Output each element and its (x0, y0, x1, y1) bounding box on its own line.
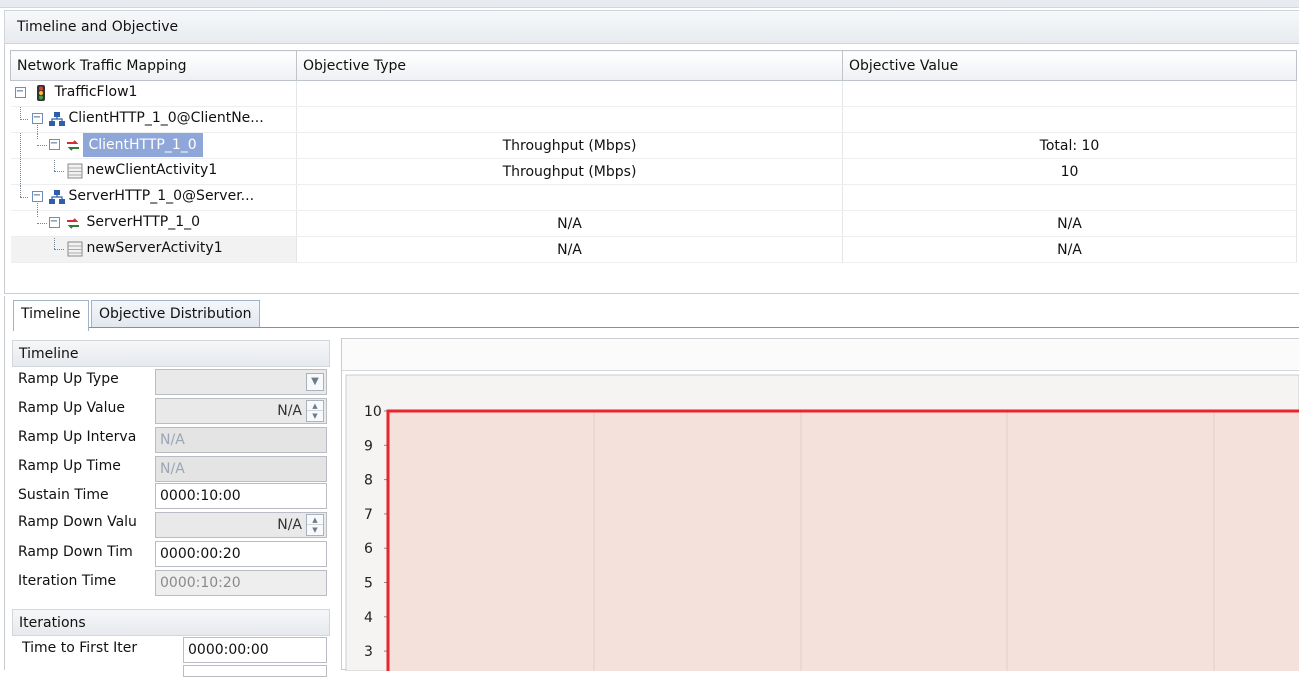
objective-value-cell: N/A (842, 210, 1297, 237)
ramp-up-time-label: Ramp Up Time (18, 458, 121, 474)
chart-toolbar (342, 339, 1299, 371)
ramp-down-value-spinner[interactable]: N/A ▲ ▼ (155, 512, 327, 538)
tab-objective-distribution[interactable]: Objective Distribution (91, 300, 260, 328)
table-row[interactable]: − ServerHTTP_1_0@Server... (10, 184, 1297, 211)
time-to-first-iteration-field[interactable]: 0000:00:00 (183, 637, 327, 663)
timeline-chart: 10 9 8 7 6 5 4 3 (345, 374, 1299, 671)
network-icon (48, 190, 65, 204)
client-arrows-icon (66, 140, 79, 151)
objective-type-cell: N/A (296, 210, 843, 237)
objective-value-cell: 10 (842, 158, 1297, 185)
y-tick-label: 7 (364, 507, 373, 523)
iteration-time-field: 0000:10:20 (155, 570, 327, 596)
tree-label: ServerHTTP_1_0 (86, 214, 201, 230)
server-arrows-icon (66, 218, 79, 229)
column-header-mapping[interactable]: Network Traffic Mapping (10, 50, 297, 81)
chevron-down-icon[interactable]: ▼ (306, 373, 324, 391)
timeline-group-title: Timeline (12, 340, 330, 367)
objective-type-cell: N/A (296, 236, 843, 263)
tree-label-selected: ClientHTTP_1_0 (82, 133, 203, 157)
objective-type-cell: Throughput (Mbps) (296, 158, 843, 185)
tab-timeline[interactable]: Timeline (13, 300, 89, 331)
objective-value-cell (842, 106, 1297, 133)
ramp-down-value-label: Ramp Down Valu (18, 514, 137, 530)
window-top-strip (0, 0, 1299, 8)
panel-title: Timeline and Objective (4, 10, 1299, 44)
spinner-arrows-icon[interactable]: ▲ ▼ (306, 514, 324, 536)
objective-type-cell (296, 80, 843, 107)
objective-type-cell (296, 106, 843, 133)
collapse-toggle[interactable]: − (14, 87, 26, 98)
ramp-up-interval-label: Ramp Up Interva (18, 429, 137, 445)
y-tick-label: 3 (364, 644, 373, 660)
y-tick-label: 10 (364, 404, 382, 420)
table-row[interactable]: − TrafficFlow1 (10, 80, 1297, 107)
collapse-toggle[interactable]: − (48, 139, 60, 150)
time-to-first-iteration-label: Time to First Iter (22, 640, 138, 656)
y-tick-label: 4 (364, 610, 373, 626)
tree-label: TrafficFlow1 (54, 84, 138, 100)
iteration-time-label: Iteration Time (18, 573, 117, 589)
objective-type-cell: Throughput (Mbps) (296, 132, 843, 159)
column-header-objective-type[interactable]: Objective Type (296, 50, 843, 81)
tree-label: ClientHTTP_1_0@ClientNe... (68, 110, 264, 126)
table-row[interactable]: newClientActivity1 Throughput (Mbps) 10 (10, 158, 1297, 185)
area-fill (388, 411, 1299, 671)
tree-label: newClientActivity1 (86, 162, 218, 178)
network-icon (48, 112, 65, 126)
timeline-chart-frame: 10 9 8 7 6 5 4 3 (341, 338, 1299, 671)
ramp-up-value-spinner[interactable]: N/A ▲ ▼ (155, 398, 327, 424)
ramp-down-time-label: Ramp Down Tim (18, 544, 133, 560)
y-tick-label: 9 (364, 438, 373, 454)
objective-value-cell: Total: 10 (842, 132, 1297, 159)
activity-list-icon (67, 241, 82, 257)
mapping-grid-container: Network Traffic Mapping Objective Type O… (4, 44, 1299, 294)
sustain-time-field[interactable]: 0000:10:00 (155, 483, 327, 509)
ramp-up-interval-field[interactable]: N/A (155, 427, 327, 453)
table-row[interactable]: newServerActivity1 N/A N/A (10, 236, 1297, 263)
table-row[interactable]: − ClientHTTP_1_0 Throughput (Mbps) Total… (10, 132, 1297, 159)
sustain-time-label: Sustain Time (18, 487, 109, 503)
objective-type-cell (296, 184, 843, 211)
objective-value-cell (842, 80, 1297, 107)
table-row[interactable]: − ClientHTTP_1_0@ClientNe... (10, 106, 1297, 133)
ramp-up-type-select[interactable]: ▼ (155, 369, 327, 395)
ramp-up-time-field[interactable]: N/A (155, 456, 327, 482)
y-tick-label: 8 (364, 473, 373, 489)
collapse-toggle[interactable]: − (31, 191, 43, 202)
table-row[interactable]: − ServerHTTP_1_0 N/A N/A (10, 210, 1297, 237)
collapse-toggle[interactable]: − (31, 113, 43, 124)
objective-value-cell (842, 184, 1297, 211)
ramp-up-type-label: Ramp Up Type (18, 371, 119, 387)
y-tick-label: 5 (364, 576, 373, 592)
ramp-up-value-label: Ramp Up Value (18, 400, 126, 416)
tree-label: newServerActivity1 (86, 240, 223, 256)
y-tick-label: 6 (364, 541, 373, 557)
spinner-arrows-icon[interactable]: ▲ ▼ (306, 400, 324, 422)
next-field-partial[interactable] (183, 665, 327, 677)
ramp-down-time-field[interactable]: 0000:00:20 (155, 541, 327, 567)
collapse-toggle[interactable]: − (48, 217, 60, 228)
traffic-light-icon (36, 85, 45, 101)
tree-label: ServerHTTP_1_0@Server... (68, 188, 255, 204)
column-header-objective-value[interactable]: Objective Value (842, 50, 1297, 81)
activity-list-icon (67, 163, 82, 179)
mapping-grid: Network Traffic Mapping Objective Type O… (10, 50, 1297, 263)
iterations-group-title: Iterations (12, 609, 330, 636)
objective-value-cell: N/A (842, 236, 1297, 263)
